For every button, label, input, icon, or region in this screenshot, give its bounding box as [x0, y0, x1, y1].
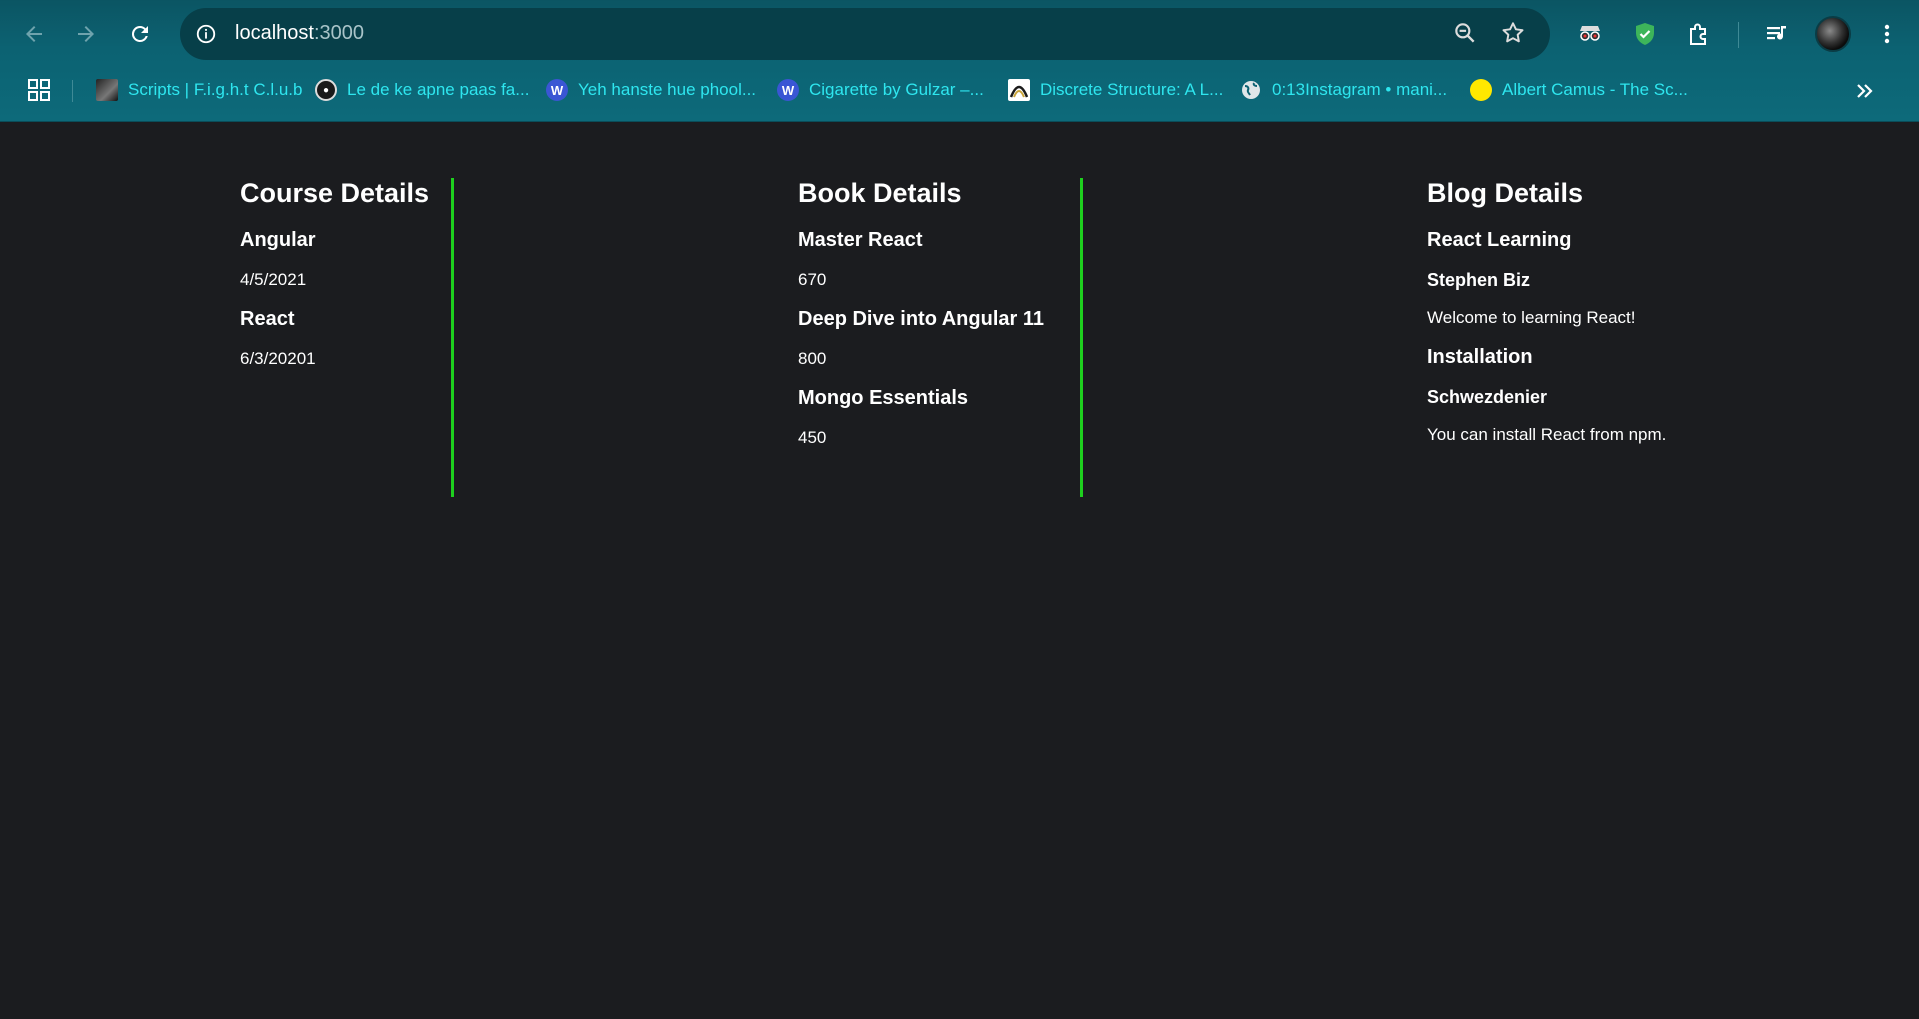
extension-spy-icon[interactable]	[1572, 16, 1608, 52]
book-item: Deep Dive into Angular 11 800	[798, 308, 1044, 369]
book-name: Mongo Essentials	[798, 387, 969, 409]
book-price: 450	[798, 428, 827, 447]
bookmark-item[interactable]: W Yeh hanste hue phool...	[546, 76, 756, 104]
bookmark-item[interactable]: Albert Camus - The Sc...	[1470, 76, 1688, 104]
bookmark-label: 0:13Instagram • mani...	[1272, 80, 1448, 99]
wordpress-icon: W	[546, 79, 568, 101]
course-item: Angular 4/5/2021	[240, 229, 429, 290]
url-host: localhost	[235, 22, 314, 44]
book-item: Master React 670	[798, 229, 1044, 290]
course-date: 4/5/2021	[240, 270, 307, 289]
forward-button[interactable]	[66, 14, 106, 54]
media-queue-icon[interactable]	[1759, 16, 1795, 52]
forward-arrow-icon	[78, 26, 94, 42]
bookmark-label: Albert Camus - The Sc...	[1502, 80, 1688, 99]
course-name: Angular	[240, 229, 316, 251]
blog-title: React Learning	[1427, 229, 1572, 251]
blog-item: Installation Schwezdenier You can instal…	[1427, 346, 1666, 445]
bookmark-item[interactable]: ● Le de ke apne paas fa...	[315, 76, 529, 104]
blog-author: Schwezdenier	[1427, 387, 1548, 407]
bookmark-label: Yeh hanste hue phool...	[578, 80, 757, 99]
bookmark-star-icon[interactable]	[1500, 20, 1528, 48]
bookmark-label: Discrete Structure: A L...	[1040, 80, 1224, 99]
bookmark-item[interactable]: W Cigarette by Gulzar –...	[777, 76, 984, 104]
arch-logo-icon	[1008, 79, 1030, 101]
blog-title: Installation	[1427, 346, 1533, 368]
url-port: :3000	[313, 22, 364, 44]
section-divider	[451, 178, 454, 497]
address-bar[interactable]: localhost:3000	[180, 8, 1550, 60]
toolbar-divider	[1738, 22, 1739, 48]
back-arrow-icon	[26, 26, 42, 42]
bookmark-item[interactable]: 0:13Instagram • mani...	[1240, 76, 1447, 104]
reload-button[interactable]	[120, 14, 160, 54]
bookmarks-bar: Scripts | F.i.g.h.t C.l.u.b ● Le de ke a…	[0, 72, 1919, 108]
globe-icon	[1240, 79, 1262, 101]
browser-chrome: localhost:3000 Scripts | F.i.g.h.t C.l.u…	[0, 0, 1919, 122]
film-thumbnail-icon	[96, 79, 118, 101]
book-item: Mongo Essentials 450	[798, 387, 1044, 448]
apps-grid-icon[interactable]	[26, 77, 52, 103]
reload-icon	[131, 25, 148, 42]
site-info-icon[interactable]	[192, 20, 220, 48]
yellow-circle-icon	[1470, 79, 1492, 101]
back-button[interactable]	[14, 14, 54, 54]
zoom-icon[interactable]	[1452, 20, 1480, 48]
wordpress-icon: W	[777, 79, 799, 101]
profile-avatar[interactable]	[1815, 16, 1851, 52]
blog-item: React Learning Stephen Biz Welcome to le…	[1427, 229, 1666, 328]
kebab-menu-icon[interactable]	[1869, 16, 1905, 52]
bookmark-label: Le de ke apne paas fa...	[347, 80, 530, 99]
bookmark-label: Cigarette by Gulzar –...	[809, 80, 984, 99]
podcast-icon: ●	[315, 79, 337, 101]
blog-author: Stephen Biz	[1427, 270, 1531, 290]
shield-extension-icon[interactable]	[1627, 16, 1663, 52]
url-text[interactable]: localhost:3000	[235, 22, 364, 45]
book-name: Deep Dive into Angular 11	[798, 308, 1044, 330]
extensions-puzzle-icon[interactable]	[1681, 16, 1717, 52]
bookmark-item[interactable]: Discrete Structure: A L...	[1008, 76, 1223, 104]
bookmark-item[interactable]: Scripts | F.i.g.h.t C.l.u.b	[96, 76, 302, 104]
course-item: React 6/3/20201	[240, 308, 429, 369]
course-date: 6/3/20201	[240, 349, 316, 368]
book-price: 670	[798, 270, 827, 289]
blog-content: You can install React from npm.	[1427, 425, 1667, 444]
course-details-title: Course Details	[240, 178, 430, 208]
bookmarks-divider	[72, 80, 73, 102]
book-details-section: Book Details Master React 670 Deep Dive …	[798, 178, 1044, 466]
blog-content: Welcome to learning React!	[1427, 308, 1636, 327]
book-price: 800	[798, 349, 827, 368]
section-divider	[1080, 178, 1083, 497]
page-content: Course Details Angular 4/5/2021 React 6/…	[0, 122, 1919, 1019]
course-details-section: Course Details Angular 4/5/2021 React 6/…	[240, 178, 429, 387]
course-name: React	[240, 308, 295, 330]
bookmarks-overflow-chevron-icon[interactable]	[1852, 78, 1878, 104]
blog-details-section: Blog Details React Learning Stephen Biz …	[1427, 178, 1666, 463]
browser-toolbar: localhost:3000	[0, 0, 1919, 68]
book-name: Master React	[798, 229, 923, 251]
bookmark-label: Scripts | F.i.g.h.t C.l.u.b	[128, 80, 303, 99]
book-details-title: Book Details	[798, 178, 962, 208]
blog-details-title: Blog Details	[1427, 178, 1584, 208]
